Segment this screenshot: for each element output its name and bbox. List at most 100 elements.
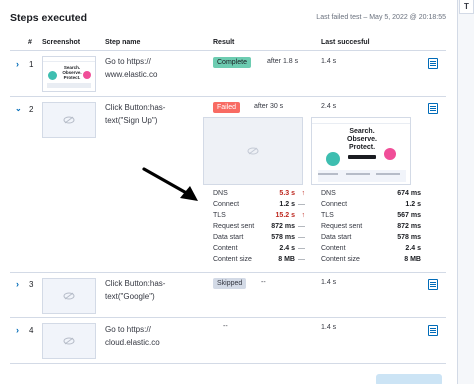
steps-panel: Steps executed Last failed test – May 5,… [0, 0, 458, 384]
step-number: 2 [29, 105, 34, 114]
metric-value: 578 ms [397, 234, 421, 241]
metric-label: Request sent [213, 223, 255, 230]
metric-row: Content 2.4 s [321, 245, 421, 256]
step-screenshot-placeholder[interactable] [42, 323, 96, 359]
document-icon[interactable] [428, 58, 438, 69]
column-header-last-successful[interactable]: Last succesful [321, 39, 370, 46]
metric-row: Data start 578 ms [321, 234, 421, 245]
metric-value: 1.2 s [405, 201, 421, 208]
status-badge: Complete [213, 57, 251, 68]
trend-up-icon: ↑ [301, 190, 306, 197]
metric-value: 2.4 s [279, 245, 295, 252]
chevron-right-icon[interactable]: › [16, 325, 19, 335]
metric-row: Request sent 872 ms — [213, 223, 305, 234]
table-row: › 4 Go to https:// cloud.elastic.co -- 1… [10, 318, 446, 364]
step-name: Go to https:// cloud.elastic.co [105, 325, 160, 347]
step-name: Click Button:has-text("Google") [105, 279, 166, 301]
column-header-result[interactable]: Result [213, 39, 234, 46]
metric-label: DNS [321, 190, 336, 197]
metric-label: Connect [213, 201, 240, 208]
last-successful-duration: 1.4 s [321, 324, 337, 331]
step-duration: after 1.8 s [267, 58, 299, 65]
trend-flat-icon: — [298, 245, 305, 252]
metric-row: Content 2.4 s — [213, 245, 305, 256]
screenshot-headline: Search. Observe. Protect. [347, 128, 377, 151]
metric-row: TLS 15.2 s ↑ [213, 212, 305, 223]
metric-row: Connect 1.2 s [321, 201, 421, 212]
chevron-down-icon[interactable]: ⌄ [15, 104, 22, 113]
trend-flat-icon: — [298, 223, 305, 230]
metric-value: 567 ms [397, 212, 421, 219]
metric-label: DNS [213, 190, 228, 197]
last-successful-duration: 1.4 s [321, 279, 337, 286]
metric-value: 872 ms [271, 223, 295, 230]
metric-row: DNS 674 ms [321, 190, 421, 201]
metric-label: Content size [213, 256, 252, 263]
metric-label: Request sent [321, 223, 363, 230]
chevron-right-icon[interactable]: › [16, 59, 19, 69]
metric-value: 8 MB [278, 256, 295, 263]
image-placeholder-icon [63, 337, 75, 345]
image-placeholder-icon [63, 292, 75, 300]
status-badge: Failed [213, 102, 241, 113]
panel-title: Steps executed [10, 12, 88, 24]
trend-up-icon: ↑ [301, 212, 306, 219]
document-icon[interactable] [428, 325, 438, 336]
document-icon[interactable] [428, 279, 438, 290]
step-screenshot-placeholder[interactable] [42, 102, 96, 138]
edge-tab[interactable]: T [459, 0, 474, 14]
metric-label: Content [321, 245, 346, 252]
metric-row: TLS 567 ms [321, 212, 421, 223]
status-badge: Skipped [213, 278, 247, 289]
metric-value: 5.3 s [279, 190, 295, 197]
metric-label: Data start [213, 234, 244, 241]
metric-row: DNS 5.3 s ↑ [213, 190, 305, 201]
metric-label: Connect [321, 201, 348, 208]
trend-flat-icon: — [298, 201, 305, 208]
step-number: 4 [29, 326, 34, 335]
last-successful-duration: 1.4 s [321, 58, 337, 65]
metric-label: Content [213, 245, 238, 252]
metric-row: Request sent 872 ms [321, 223, 421, 234]
step-screenshot[interactable]: Search. Observe. Protect. [42, 56, 96, 92]
step-duration: -- [223, 323, 228, 330]
step-duration: -- [261, 279, 266, 286]
trend-flat-icon: — [298, 234, 305, 241]
document-icon[interactable] [428, 103, 438, 114]
step-name: Go to https:// www.elastic.co [105, 57, 158, 79]
step-screenshot-placeholder[interactable] [42, 278, 96, 314]
table-header: # Screenshot Step name Result Last succe… [10, 37, 446, 51]
panel-header: Steps executed Last failed test – May 5,… [10, 12, 446, 28]
image-placeholder-icon [247, 147, 259, 155]
trend-flat-icon: — [298, 256, 305, 263]
metric-label: TLS [213, 212, 226, 219]
arrow-annotation [142, 167, 198, 201]
metric-label: TLS [321, 212, 334, 219]
step-number: 3 [29, 280, 34, 289]
column-header-step-name[interactable]: Step name [105, 39, 140, 46]
metric-value: 872 ms [397, 223, 421, 230]
column-header-number[interactable]: # [28, 39, 32, 46]
metric-row: Content size 8 MB [321, 256, 421, 267]
step-number: 1 [29, 60, 34, 69]
failed-screenshot-placeholder[interactable] [203, 117, 303, 185]
metric-value: 1.2 s [279, 201, 295, 208]
chevron-right-icon[interactable]: › [16, 279, 19, 289]
image-placeholder-icon [63, 116, 75, 124]
metric-row: Data start 578 ms — [213, 234, 305, 245]
metric-value: 578 ms [271, 234, 295, 241]
metric-label: Content size [321, 256, 360, 263]
metric-value: 15.2 s [275, 212, 295, 219]
step-duration: after 30 s [254, 103, 284, 110]
column-header-screenshot[interactable]: Screenshot [42, 39, 80, 46]
metric-value: 8 MB [404, 256, 421, 263]
last-successful-screenshot[interactable]: Search. Observe. Protect. [311, 117, 411, 185]
metric-value: 2.4 s [405, 245, 421, 252]
table-row: › 3 Click Button:has-text("Google") Skip… [10, 273, 446, 318]
last-failed-test: Last failed test – May 5, 2022 @ 20:18:5… [316, 14, 446, 21]
metric-row: Content size 8 MB — [213, 256, 305, 267]
footer-action-button[interactable] [376, 374, 442, 384]
metric-label: Data start [321, 234, 352, 241]
last-successful-duration: 2.4 s [321, 103, 337, 110]
metric-value: 674 ms [397, 190, 421, 197]
